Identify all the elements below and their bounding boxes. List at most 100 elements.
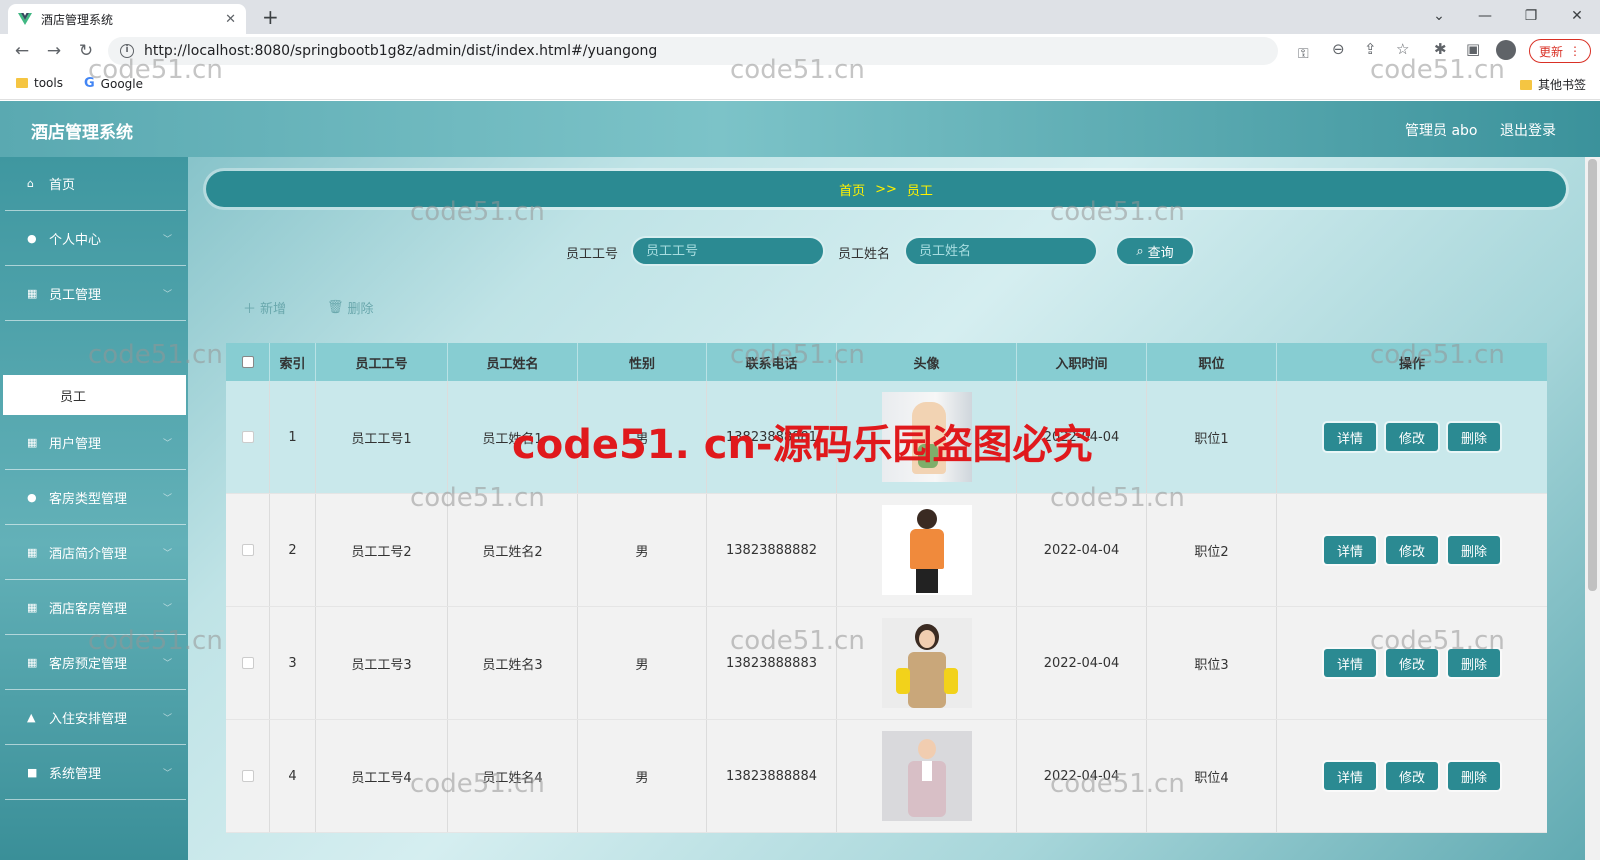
sidebar-item-checkin-mgmt[interactable]: ▲ 入住安排管理 ﹀ [5,691,186,745]
query-button[interactable]: ⌕ 查询 [1115,236,1195,266]
delete-button[interactable]: 删除 [1448,762,1500,790]
row-checkbox[interactable] [241,770,254,782]
sidebar-item-profile[interactable]: ● 个人中心 ﹀ [5,212,186,266]
employee-photo [881,731,972,821]
breadcrumb-home[interactable]: 首页 [839,180,865,199]
cell-hire-date: 2022-04-04 [1017,494,1147,606]
new-tab-icon[interactable]: + [262,4,279,30]
query-label: 查询 [1147,245,1174,261]
browser-tabbar: 酒店管理系统 ✕ + ⌄ — ❐ ✕ [0,0,1600,34]
cell-emp-name: 员工姓名4 [448,720,578,832]
share-icon[interactable]: ⇪ [1364,40,1377,58]
cell-index: 1 [270,381,316,493]
select-all-checkbox[interactable] [241,356,254,368]
site-info-icon[interactable]: i [120,44,134,58]
address-bar[interactable]: i http://localhost:8080/springbootb1g8z/… [108,37,1309,65]
cell-gender: 男 [578,381,707,493]
header-emp-name: 员工姓名 [448,343,578,381]
row-checkbox[interactable] [241,431,254,443]
sidebar-item-home[interactable]: ⌂ 首页 [5,157,186,211]
lock-icon: ■ [27,766,38,779]
sidebar-item-user-mgmt[interactable]: ▦ 用户管理 ﹀ [5,416,186,470]
edit-button[interactable]: 修改 [1386,423,1438,451]
row-checkbox-cell [226,494,270,606]
key-icon[interactable]: ⚿ [1298,46,1309,62]
minimize-icon[interactable]: — [1462,0,1508,32]
sidebar-item-label: 用户管理 [49,437,102,452]
close-window-icon[interactable]: ✕ [1554,0,1600,32]
cell-avatar [837,607,1017,719]
add-button[interactable]: ＋新增 [243,298,286,317]
row-checkbox-cell [226,720,270,832]
back-icon[interactable]: ← [6,36,38,66]
cell-phone: 13823888884 [707,720,837,832]
delete-button[interactable]: 删除 [1448,536,1500,564]
detail-button[interactable]: 详情 [1324,536,1376,564]
breadcrumb-current: 员工 [906,183,933,199]
batch-delete-button[interactable]: 🗑 删除 [327,298,374,317]
table-row[interactable]: 2 员工工号2 员工姓名2 男 13823888882 2022-04-04 职… [226,494,1547,607]
row-checkbox[interactable] [241,544,254,556]
edit-button[interactable]: 修改 [1386,649,1438,677]
sidebar-item-system-mgmt[interactable]: ■ 系统管理 ﹀ [5,746,186,800]
table-row[interactable]: 4 员工工号4 员工姓名4 男 13823888884 2022-04-04 职… [226,720,1547,833]
cell-phone: 13823888883 [707,607,837,719]
chevron-down-icon: ﹀ [162,439,172,449]
cell-index: 3 [270,607,316,719]
sidebar-item-roomtype-mgmt[interactable]: ● 客房类型管理 ﹀ [5,471,186,525]
delete-button[interactable]: 删除 [1448,423,1500,451]
cell-gender: 男 [578,494,707,606]
detail-button[interactable]: 详情 [1324,423,1376,451]
forward-icon[interactable]: → [38,36,70,66]
sidebar-item-label: 个人中心 [49,233,102,248]
sidebar-item-hotel-intro-mgmt[interactable]: ▦ 酒店简介管理 ﹀ [5,526,186,580]
detail-button[interactable]: 详情 [1324,762,1376,790]
scrollbar-thumb[interactable] [1588,159,1597,591]
edit-button[interactable]: 修改 [1386,536,1438,564]
employee-photo [881,618,972,708]
close-tab-icon[interactable]: ✕ [225,12,236,27]
sidebar-item-label: 客房预定管理 [49,657,128,672]
logout-link[interactable]: 退出登录 [1500,120,1556,140]
sidebar-item-booking-mgmt[interactable]: ▦ 客房预定管理 ﹀ [5,636,186,690]
table-row[interactable]: 3 员工工号3 员工姓名3 男 13823888883 2022-04-04 职… [226,607,1547,720]
header-emp-no: 员工工号 [316,343,448,381]
sidebar-item-label: 酒店客房管理 [49,602,128,617]
bookmark-other[interactable]: 其他书签 [1520,76,1586,93]
sidebar-subitem-employee[interactable]: 员工 [3,375,186,415]
chevron-down-icon: ﹀ [162,604,172,614]
chevron-down-icon: ﹀ [162,659,172,669]
row-checkbox-cell [226,381,270,493]
browser-tab[interactable]: 酒店管理系统 ✕ [8,4,246,34]
edit-button[interactable]: 修改 [1386,762,1438,790]
restore-icon[interactable]: ❐ [1508,0,1554,32]
star-icon[interactable]: ☆ [1396,40,1409,58]
profile-avatar[interactable] [1496,40,1516,60]
chevron-down-icon: ﹀ [162,494,172,504]
zoom-icon[interactable]: ⊖ [1332,40,1345,58]
tab-search-icon[interactable]: ⌄ [1416,0,1462,32]
reload-icon[interactable]: ↻ [70,36,102,66]
cell-operations: 详情 修改 删除 [1277,494,1547,606]
bookmark-tools[interactable]: tools [16,76,63,90]
chevron-down-icon: ﹀ [162,549,172,559]
update-button[interactable]: 更新 ⋮ [1529,39,1591,63]
emp-name-input[interactable] [904,236,1098,266]
bookmark-google[interactable]: G Google [84,76,143,91]
sidepanel-icon[interactable]: ▣ [1466,40,1480,58]
table-row[interactable]: 1 员工工号1 员工姓名1 男 13823888881 2022-04-04 职… [226,381,1547,494]
emp-no-input[interactable] [631,236,825,266]
page-scrollbar[interactable] [1585,157,1600,860]
grid-icon: ▦ [27,656,38,669]
bookmark-label: 其他书签 [1538,78,1587,92]
grid-icon: ▦ [27,546,38,559]
extensions-icon[interactable]: ✱ [1434,40,1447,58]
detail-button[interactable]: 详情 [1324,649,1376,677]
cell-operations: 详情 修改 删除 [1277,607,1547,719]
emp-name-label: 员工姓名 [838,247,891,262]
row-checkbox[interactable] [241,657,254,669]
delete-button[interactable]: 删除 [1448,649,1500,677]
sidebar-item-employee-mgmt[interactable]: ▦ 员工管理 ﹀ [5,267,186,321]
header-avatar: 头像 [837,343,1017,381]
sidebar-item-hotel-room-mgmt[interactable]: ▦ 酒店客房管理 ﹀ [5,581,186,635]
